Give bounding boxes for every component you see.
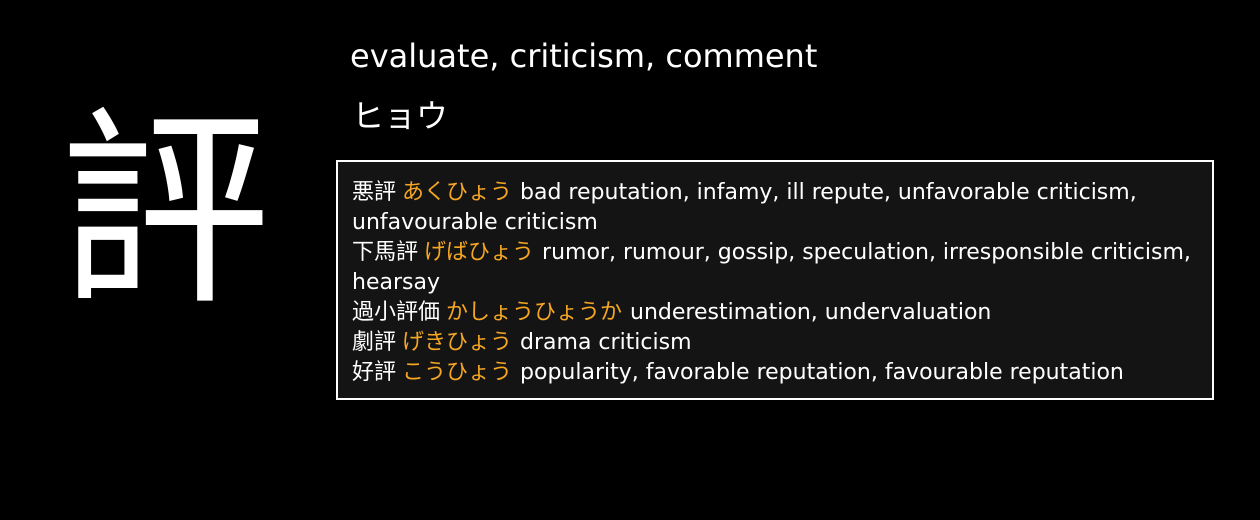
vocab-kana: げきひょう bbox=[402, 330, 513, 355]
vocab-word: 下馬評 bbox=[352, 240, 419, 265]
vocab-kana: こうひょう bbox=[402, 360, 513, 385]
vocab-word: 劇評 bbox=[352, 330, 397, 355]
kanji-character: 評 bbox=[59, 89, 270, 334]
vocab-word: 悪評 bbox=[352, 180, 397, 205]
vocab-gloss: underestimation, undervaluation bbox=[630, 300, 992, 325]
vocab-kana: げばひょう bbox=[424, 240, 535, 265]
vocab-word: 過小評価 bbox=[352, 300, 441, 325]
vocab-entry: 下馬評 げばひょう rumor, rumour, gossip, speculati… bbox=[352, 238, 1200, 298]
vocab-kana: かしょうひょうか bbox=[446, 300, 623, 325]
vocab-entry: 過小評価 かしょうひょうか underestimation, undervaluat… bbox=[352, 298, 1200, 328]
vocab-entry: 好評 こうひょう popularity, favorable reputation,… bbox=[352, 358, 1200, 388]
vocab-entry: 劇評 げきひょう drama criticism bbox=[352, 328, 1200, 358]
vocab-entry: 悪評 あくひょう bad reputation, infamy, ill reput… bbox=[352, 178, 1200, 238]
vocab-gloss: popularity, favorable reputation, favour… bbox=[520, 360, 1124, 385]
vocab-gloss: drama criticism bbox=[520, 330, 692, 355]
vocab-kana: あくひょう bbox=[402, 180, 513, 205]
vocabulary-list: 悪評 あくひょう bad reputation, infamy, ill reput… bbox=[336, 160, 1214, 400]
kanji-meaning: evaluate, criticism, comment bbox=[350, 37, 818, 75]
kanji-reading: ヒョウ bbox=[352, 97, 449, 135]
vocab-word: 好評 bbox=[352, 360, 397, 385]
